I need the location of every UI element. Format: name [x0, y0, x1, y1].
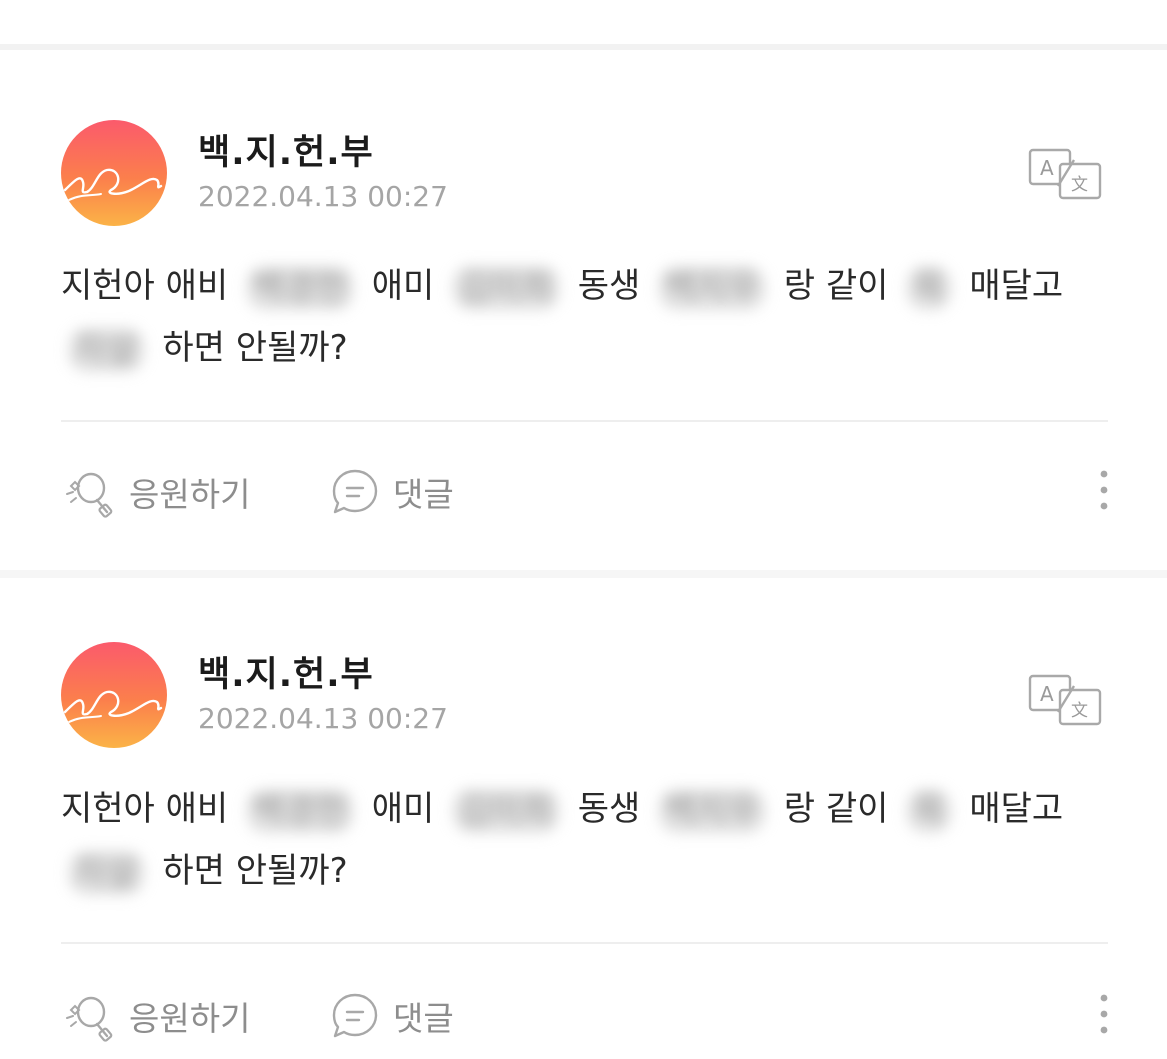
body-text-segment: 매달고	[969, 789, 1064, 829]
comment-bubble-icon	[332, 993, 378, 1038]
translate-icon: A 文	[1028, 148, 1102, 200]
avatar[interactable]	[61, 642, 167, 748]
comment-button[interactable]: 댓글	[329, 986, 454, 1046]
blurred-name: 백경헌	[247, 265, 353, 310]
svg-text:A: A	[1040, 682, 1054, 706]
author-name[interactable]: 백.지.헌.부	[198, 124, 374, 175]
svg-text:文: 文	[1071, 701, 1088, 721]
svg-text:A: A	[1040, 156, 1054, 180]
body-text-segment: 지헌아 애비	[61, 266, 229, 306]
cheer-lightbulb-icon	[66, 996, 113, 1042]
avatar[interactable]	[61, 120, 167, 226]
cheer-label: 응원하기	[129, 999, 251, 1038]
cheer-label: 응원하기	[129, 475, 251, 514]
body-text-segment: 애미	[371, 789, 435, 829]
body-text-segment: 매달고	[969, 266, 1064, 306]
post-body-line-1: 지헌아 애비 백경헌 애미 김미희 동생 백지우 랑 같이 목 매달고	[61, 778, 1121, 840]
comment-label: 댓글	[393, 999, 454, 1038]
blurred-word: 목	[907, 265, 951, 310]
body-text-segment: 랑 같이	[783, 266, 889, 306]
post-card: 백.지.헌.부 2022.04.13 00:27 A 文 지헌아 애비 백경헌 …	[0, 50, 1167, 570]
cheer-button[interactable]: 응원하기	[61, 462, 250, 522]
blurred-name: 백지우	[659, 788, 765, 833]
post-feed: 백.지.헌.부 2022.04.13 00:27 A 文 지헌아 애비 백경헌 …	[0, 0, 1167, 1059]
body-text-segment: 랑 같이	[783, 789, 889, 829]
more-vertical-icon	[1100, 470, 1108, 510]
body-text-segment: 하면 안될까?	[162, 851, 348, 891]
svg-text:文: 文	[1071, 175, 1088, 195]
body-text-segment: 동생	[577, 789, 641, 829]
signature-logo-icon	[63, 168, 163, 201]
cheer-lightbulb-icon	[66, 472, 113, 518]
post-body-line-1: 지헌아 애비 백경헌 애미 김미희 동생 백지우 랑 같이 목 매달고	[61, 255, 1121, 317]
translate-button[interactable]: A 文	[1028, 148, 1104, 200]
post-body-line-2: 자살 하면 안될까?	[61, 317, 1121, 379]
blurred-name: 백경헌	[247, 788, 353, 833]
blurred-word: 자살	[69, 850, 144, 895]
comment-bubble-icon	[332, 469, 378, 514]
post-body-line-2: 자살 하면 안될까?	[61, 840, 1121, 902]
blurred-word: 목	[907, 788, 951, 833]
blurred-word: 자살	[69, 327, 144, 372]
signature-logo-icon	[63, 690, 163, 723]
post-actions: 응원하기 댓글	[61, 462, 1121, 522]
translate-button[interactable]: A 文	[1028, 674, 1104, 726]
more-vertical-icon	[1100, 994, 1108, 1034]
more-options-button[interactable]	[1091, 466, 1117, 518]
translate-icon: A 文	[1028, 674, 1102, 726]
blurred-name: 김미희	[453, 265, 559, 310]
author-name[interactable]: 백.지.헌.부	[198, 646, 374, 697]
body-text-segment: 지헌아 애비	[61, 789, 229, 829]
post-divider	[61, 942, 1108, 944]
post-body: 지헌아 애비 백경헌 애미 김미희 동생 백지우 랑 같이 목 매달고 자살 하…	[61, 255, 1121, 379]
comment-label: 댓글	[393, 475, 454, 514]
cheer-button[interactable]: 응원하기	[61, 986, 250, 1046]
post-divider	[61, 420, 1108, 422]
blurred-name: 백지우	[659, 265, 765, 310]
post-body: 지헌아 애비 백경헌 애미 김미희 동생 백지우 랑 같이 목 매달고 자살 하…	[61, 778, 1121, 902]
more-options-button[interactable]	[1091, 990, 1117, 1042]
body-text-segment: 애미	[371, 266, 435, 306]
comment-button[interactable]: 댓글	[329, 462, 454, 522]
post-timestamp: 2022.04.13 00:27	[198, 702, 448, 735]
post-timestamp: 2022.04.13 00:27	[198, 180, 448, 213]
body-text-segment: 동생	[577, 266, 641, 306]
blurred-name: 김미희	[453, 788, 559, 833]
post-actions: 응원하기 댓글	[61, 986, 1121, 1046]
post-card: 백.지.헌.부 2022.04.13 00:27 A 文 지헌아 애비 백경헌 …	[0, 578, 1167, 1059]
feed-top-spacer	[0, 0, 1167, 50]
body-text-segment: 하면 안될까?	[162, 328, 348, 368]
